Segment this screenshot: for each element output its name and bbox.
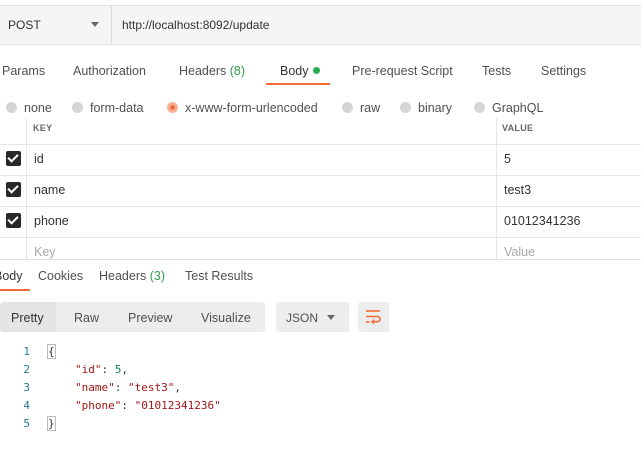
table-row: name test3 bbox=[0, 175, 641, 207]
tab-response-headers-count: (3) bbox=[149, 269, 166, 283]
active-tab-indicator bbox=[0, 289, 30, 291]
active-tab-indicator bbox=[266, 83, 330, 85]
tab-headers-count: (8) bbox=[229, 64, 246, 78]
radio-icon bbox=[72, 102, 83, 113]
radio-graphql[interactable]: GraphQL bbox=[474, 101, 543, 115]
tab-pre-request-script[interactable]: Pre-request Script bbox=[352, 64, 453, 78]
tab-response-headers[interactable]: Headers (3) bbox=[99, 269, 165, 283]
param-value[interactable]: 5 bbox=[504, 152, 511, 166]
line-number: 1 bbox=[23, 345, 30, 358]
radio-label: GraphQL bbox=[492, 101, 544, 115]
json-key: "phone" bbox=[75, 399, 122, 412]
tab-response-headers-label: Headers bbox=[99, 269, 147, 283]
radio-label: binary bbox=[418, 101, 453, 115]
tab-cookies[interactable]: Cookies bbox=[38, 269, 83, 283]
radio-icon bbox=[400, 102, 411, 113]
checkbox-checked-icon[interactable] bbox=[6, 182, 21, 197]
param-value[interactable]: 01012341236 bbox=[504, 214, 580, 228]
checkbox-checked-icon[interactable] bbox=[6, 213, 21, 228]
radio-icon bbox=[342, 102, 353, 113]
code-line: "phone": "01012341236" bbox=[75, 399, 221, 412]
table-row-empty: Key Value bbox=[0, 237, 641, 259]
new-key-input[interactable]: Key bbox=[34, 245, 56, 259]
param-key[interactable]: name bbox=[34, 183, 65, 197]
radio-label: form-data bbox=[90, 101, 144, 115]
chevron-down-icon bbox=[327, 315, 335, 320]
tab-params[interactable]: Params bbox=[2, 64, 45, 78]
radio-binary[interactable]: binary bbox=[400, 101, 452, 115]
view-pretty-button[interactable]: Pretty bbox=[11, 311, 44, 325]
line-number: 4 bbox=[23, 399, 30, 412]
table-header-row: KEY VALUE bbox=[0, 118, 641, 145]
line-number: 2 bbox=[23, 363, 30, 376]
param-key[interactable]: phone bbox=[34, 214, 69, 228]
param-key[interactable]: id bbox=[34, 152, 44, 166]
param-value[interactable]: test3 bbox=[504, 183, 531, 197]
radio-none[interactable]: none bbox=[6, 101, 52, 115]
url-text: http://localhost:8092/update bbox=[122, 18, 270, 32]
tab-authorization[interactable]: Authorization bbox=[73, 64, 146, 78]
tab-headers[interactable]: Headers (8) bbox=[179, 64, 245, 78]
checkbox-checked-icon[interactable] bbox=[6, 151, 21, 166]
radio-form-data[interactable]: form-data bbox=[72, 101, 144, 115]
view-raw-button[interactable]: Raw bbox=[74, 311, 99, 325]
word-wrap-button[interactable] bbox=[358, 302, 389, 332]
tab-test-results[interactable]: Test Results bbox=[185, 269, 253, 283]
tab-settings[interactable]: Settings bbox=[541, 64, 586, 78]
table-row: id 5 bbox=[0, 144, 641, 176]
tab-response-body[interactable]: Body bbox=[0, 269, 23, 283]
code-close-brace: } bbox=[47, 416, 56, 431]
new-value-input[interactable]: Value bbox=[504, 245, 535, 259]
radio-selected-icon bbox=[167, 102, 178, 113]
tab-tests[interactable]: Tests bbox=[482, 64, 511, 78]
request-url-bar: POST http://localhost:8092/update bbox=[0, 5, 641, 45]
column-header-key: KEY bbox=[33, 123, 53, 133]
radio-raw[interactable]: raw bbox=[342, 101, 380, 115]
json-value: "test3" bbox=[128, 381, 175, 394]
view-mode-segmented-control: Pretty Raw Preview Visualize bbox=[0, 302, 265, 332]
code-line: "id": 5, bbox=[75, 363, 128, 376]
radio-icon bbox=[474, 102, 485, 113]
method-label: POST bbox=[8, 18, 41, 32]
line-number: 3 bbox=[23, 381, 30, 394]
table-row: phone 01012341236 bbox=[0, 206, 641, 238]
json-key: "id" bbox=[75, 363, 102, 376]
radio-x-www-form-urlencoded[interactable]: x-www-form-urlencoded bbox=[167, 101, 318, 115]
code-line: "name": "test3", bbox=[75, 381, 181, 394]
modified-dot-icon bbox=[312, 67, 320, 74]
radio-label: x-www-form-urlencoded bbox=[185, 101, 318, 115]
tab-body[interactable]: Body bbox=[280, 64, 320, 78]
line-number: 5 bbox=[23, 417, 30, 430]
radio-icon bbox=[6, 102, 17, 113]
radio-label: raw bbox=[360, 101, 381, 115]
format-select[interactable]: JSON bbox=[276, 302, 349, 332]
json-separator: , bbox=[174, 381, 181, 394]
view-visualize-button[interactable]: Visualize bbox=[201, 311, 251, 325]
format-label: JSON bbox=[286, 311, 319, 325]
chevron-down-icon bbox=[91, 22, 99, 27]
view-preview-button[interactable]: Preview bbox=[128, 311, 172, 325]
word-wrap-icon bbox=[366, 310, 381, 325]
column-header-value: VALUE bbox=[502, 123, 534, 133]
json-separator: , bbox=[121, 363, 128, 376]
json-key: "name" bbox=[75, 381, 115, 394]
method-select[interactable]: POST bbox=[0, 6, 112, 44]
tab-body-label: Body bbox=[280, 64, 309, 78]
radio-label: none bbox=[24, 101, 52, 115]
json-value: "01012341236" bbox=[134, 399, 221, 412]
code-open-brace: { bbox=[47, 344, 56, 359]
url-input[interactable]: http://localhost:8092/update bbox=[112, 6, 641, 44]
tab-headers-label: Headers bbox=[179, 64, 227, 78]
response-divider bbox=[0, 259, 641, 260]
